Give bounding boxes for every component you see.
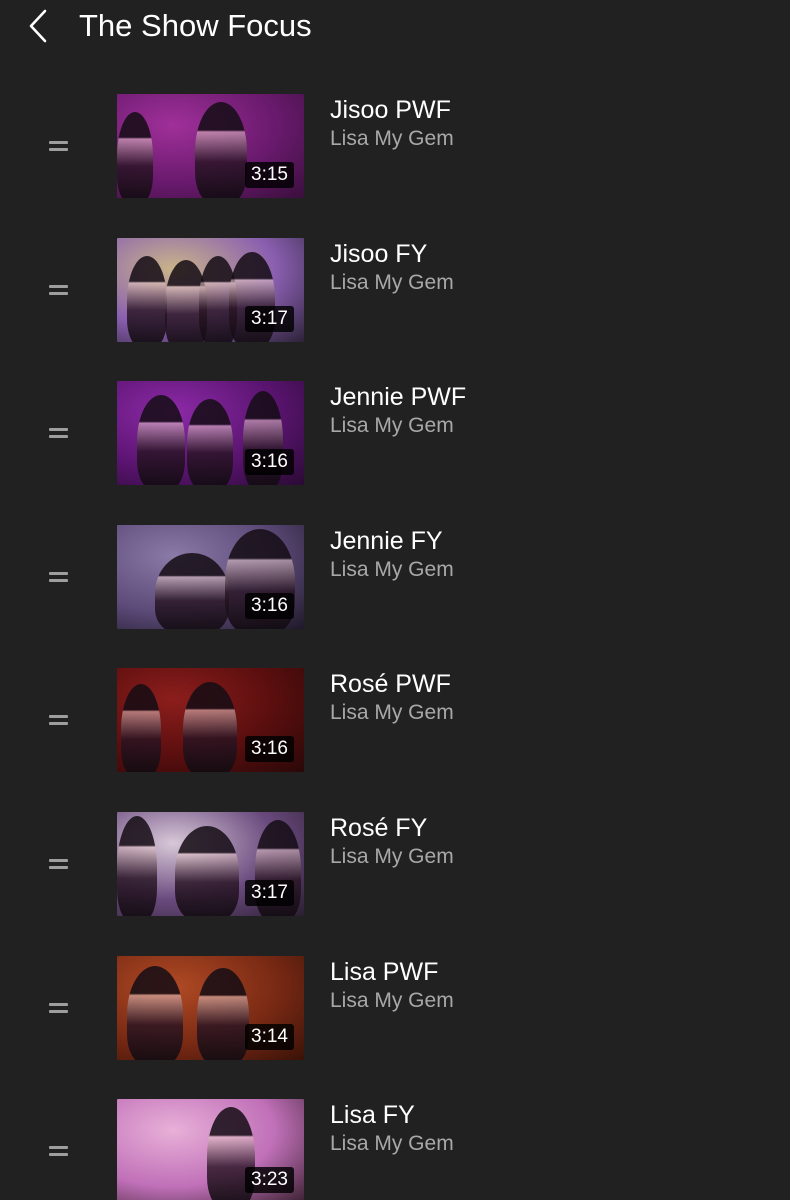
duration-badge: 3:17: [245, 879, 294, 906]
channel-name: Lisa My Gem: [330, 844, 454, 868]
video-title[interactable]: Jennie PWF: [330, 382, 466, 412]
video-meta: Jennie FY Lisa My Gem: [330, 526, 454, 584]
channel-name: Lisa My Gem: [330, 414, 454, 438]
video-meta: Jennie PWF Lisa My Gem: [330, 382, 466, 440]
video-thumbnail[interactable]: 3:14: [117, 955, 304, 1060]
playlist-item[interactable]: 3:16 Jennie FY Lisa My Gem: [0, 524, 790, 669]
thumbnail-figure: [197, 967, 249, 1060]
channel-name: Lisa My Gem: [330, 988, 454, 1012]
thumbnail-figure: [121, 684, 161, 773]
drag-handle-bar: [49, 435, 68, 439]
video-meta: Lisa FY Lisa My Gem: [330, 1100, 454, 1158]
video-meta: Rosé FY Lisa My Gem: [330, 813, 454, 871]
playlist: 3:15 Jisoo PWF Lisa My Gem 3:17 Jisoo FY Lisa…: [0, 94, 790, 1200]
drag-handle-icon[interactable]: [44, 136, 74, 156]
drag-handle-icon[interactable]: [44, 423, 74, 443]
drag-handle-bar: [49, 284, 68, 288]
drag-handle-bar: [49, 141, 68, 144]
drag-handle-bar: [49, 858, 68, 862]
video-title[interactable]: Rosé FY: [330, 813, 454, 843]
thumbnail-figure: [175, 825, 239, 916]
video-title[interactable]: Lisa PWF: [330, 957, 454, 987]
header: The Show Focus: [0, 0, 790, 56]
thumbnail-figure: [195, 102, 247, 198]
video-thumbnail[interactable]: 3:16: [117, 381, 304, 486]
video-thumbnail[interactable]: 3:17: [117, 811, 304, 916]
drag-handle-bar: [49, 1009, 68, 1013]
drag-handle-icon[interactable]: [44, 567, 74, 587]
playlist-item[interactable]: 3:16 Jennie PWF Lisa My Gem: [0, 381, 790, 525]
duration-badge: 3:17: [245, 305, 294, 332]
duration-badge: 3:16: [245, 592, 294, 619]
playlist-item[interactable]: 3:23 Lisa FY Lisa My Gem: [0, 1099, 790, 1200]
drag-handle-bar: [49, 291, 68, 295]
page-title: The Show Focus: [79, 8, 312, 43]
thumbnail-figure: [117, 815, 157, 916]
thumbnail-figure: [117, 112, 153, 198]
playlist-item[interactable]: 3:17 Jisoo FY Lisa My Gem: [0, 237, 790, 382]
drag-handle-bar: [49, 715, 68, 719]
video-title[interactable]: Jennie FY: [330, 526, 454, 556]
drag-handle-bar: [49, 1002, 68, 1006]
video-thumbnail[interactable]: 3:16: [117, 524, 304, 629]
video-thumbnail[interactable]: 3:15: [117, 94, 304, 198]
drag-handle-icon[interactable]: [44, 854, 74, 874]
duration-badge: 3:23: [245, 1167, 294, 1194]
video-title[interactable]: Rosé PWF: [330, 669, 454, 699]
drag-handle-bar: [49, 722, 68, 726]
duration-badge: 3:16: [245, 736, 294, 763]
thumbnail-figure: [127, 255, 167, 342]
video-meta: Rosé PWF Lisa My Gem: [330, 669, 454, 727]
channel-name: Lisa My Gem: [330, 127, 454, 150]
drag-handle-bar: [49, 571, 68, 575]
video-title[interactable]: Jisoo FY: [330, 239, 454, 269]
channel-name: Lisa My Gem: [330, 701, 454, 725]
back-button[interactable]: [20, 6, 60, 46]
channel-name: Lisa My Gem: [330, 270, 454, 294]
playlist-item[interactable]: 3:15 Jisoo PWF Lisa My Gem: [0, 94, 790, 238]
drag-handle-bar: [49, 428, 68, 432]
drag-handle-bar: [49, 578, 68, 582]
video-thumbnail[interactable]: 3:16: [117, 668, 304, 773]
duration-badge: 3:15: [245, 162, 294, 188]
video-title[interactable]: Jisoo PWF: [330, 95, 454, 125]
thumbnail-figure: [187, 399, 233, 486]
drag-handle-icon[interactable]: [44, 710, 74, 730]
playlist-screen: The Show Focus 3:15 Jisoo PWF Lisa My Gem 3…: [0, 0, 790, 1200]
drag-handle-bar: [49, 148, 68, 151]
playlist-item[interactable]: 3:17 Rosé FY Lisa My Gem: [0, 811, 790, 956]
drag-handle-icon[interactable]: [44, 1141, 74, 1161]
thumbnail-figure: [127, 965, 183, 1060]
drag-handle-bar: [49, 1153, 68, 1157]
drag-handle-bar: [49, 1146, 68, 1150]
thumbnail-figure: [137, 395, 185, 486]
channel-name: Lisa My Gem: [330, 557, 454, 581]
playlist-item[interactable]: 3:14 Lisa PWF Lisa My Gem: [0, 955, 790, 1100]
video-meta: Jisoo FY Lisa My Gem: [330, 239, 454, 297]
duration-badge: 3:16: [245, 449, 294, 476]
channel-name: Lisa My Gem: [330, 1132, 454, 1156]
chevron-left-icon: [29, 9, 47, 43]
video-title[interactable]: Lisa FY: [330, 1100, 454, 1130]
video-meta: Jisoo PWF Lisa My Gem: [330, 95, 454, 153]
playlist-item[interactable]: 3:16 Rosé PWF Lisa My Gem: [0, 668, 790, 812]
drag-handle-icon[interactable]: [44, 998, 74, 1018]
thumbnail-figure: [183, 682, 237, 773]
drag-handle-bar: [49, 865, 68, 869]
video-meta: Lisa PWF Lisa My Gem: [330, 957, 454, 1015]
video-thumbnail[interactable]: 3:17: [117, 237, 304, 342]
drag-handle-icon[interactable]: [44, 280, 74, 300]
thumbnail-figure: [155, 552, 229, 629]
duration-badge: 3:14: [245, 1023, 294, 1050]
video-thumbnail[interactable]: 3:23: [117, 1099, 304, 1200]
